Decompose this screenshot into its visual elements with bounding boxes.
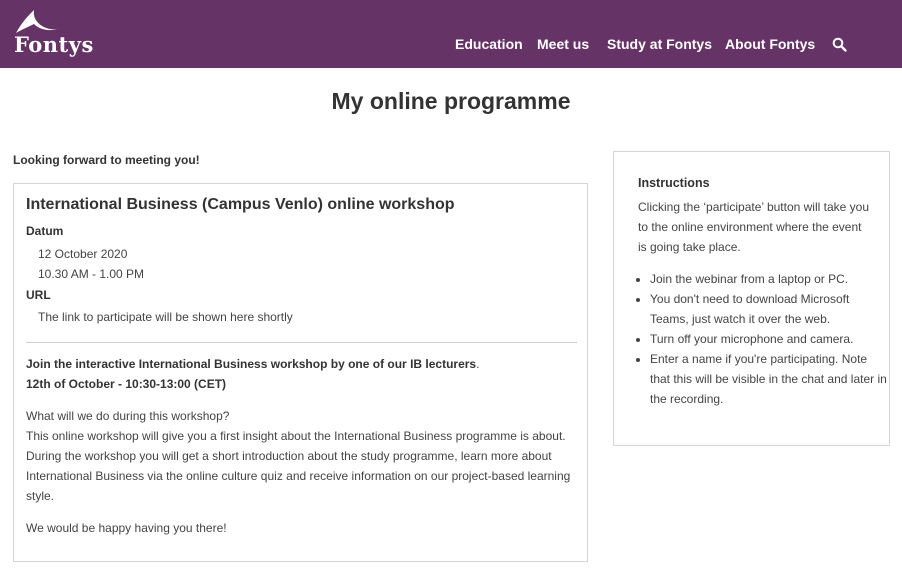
intro-period: . (476, 357, 480, 371)
instructions-title: Instructions (638, 176, 710, 190)
main-nav: Education Meet us Study at Fontys About … (0, 36, 902, 56)
greeting: Looking forward to meeting you! (13, 153, 200, 167)
participate-link-text: The link to participate will be shown he… (38, 310, 293, 324)
event-date: 12 October 2020 (38, 247, 128, 261)
closing-text: We would be happy having you there! (26, 521, 227, 535)
event-title: International Business (Campus Venlo) on… (26, 196, 455, 213)
event-intro: Join the interactive International Busin… (26, 354, 571, 394)
page-title: My online programme (331, 88, 571, 114)
nav-education[interactable]: Education (455, 36, 523, 52)
list-item: Enter a name if you're participating. No… (650, 349, 890, 409)
nav-meet-us[interactable]: Meet us (537, 36, 589, 52)
description-body: This online workshop will give you a fir… (26, 429, 571, 503)
list-item: Join the webinar from a laptop or PC. (650, 269, 890, 289)
instructions-text: Clicking the ‘participate’ button will t… (638, 200, 870, 254)
intro-bold: Join the interactive International Busin… (26, 357, 477, 371)
instructions-list: Join the webinar from a laptop or PC. Yo… (638, 269, 890, 409)
list-item: Turn off your microphone and camera. (650, 329, 890, 349)
list-item: You don't need to download Microsoft Tea… (650, 289, 890, 329)
nav-about-fontys[interactable]: About Fontys (725, 36, 815, 52)
event-description: What will we do during this workshop? Th… (26, 406, 571, 506)
url-label: URL (26, 288, 51, 302)
search-icon[interactable] (832, 37, 848, 53)
site-header: Fontys Education Meet us Study at Fontys… (0, 0, 902, 68)
event-card: International Business (Campus Venlo) on… (13, 183, 588, 562)
datum-label: Datum (26, 224, 64, 238)
nav-study-at-fontys[interactable]: Study at Fontys (607, 36, 712, 52)
instructions-panel: Instructions Clicking the ‘participate’ … (613, 151, 890, 446)
event-time: 10.30 AM - 1.00 PM (38, 267, 145, 281)
event-when: 12th of October - 10:30-13:00 (CET) (26, 377, 227, 391)
description-question: What will we do during this workshop? (26, 409, 230, 423)
divider (26, 342, 577, 343)
